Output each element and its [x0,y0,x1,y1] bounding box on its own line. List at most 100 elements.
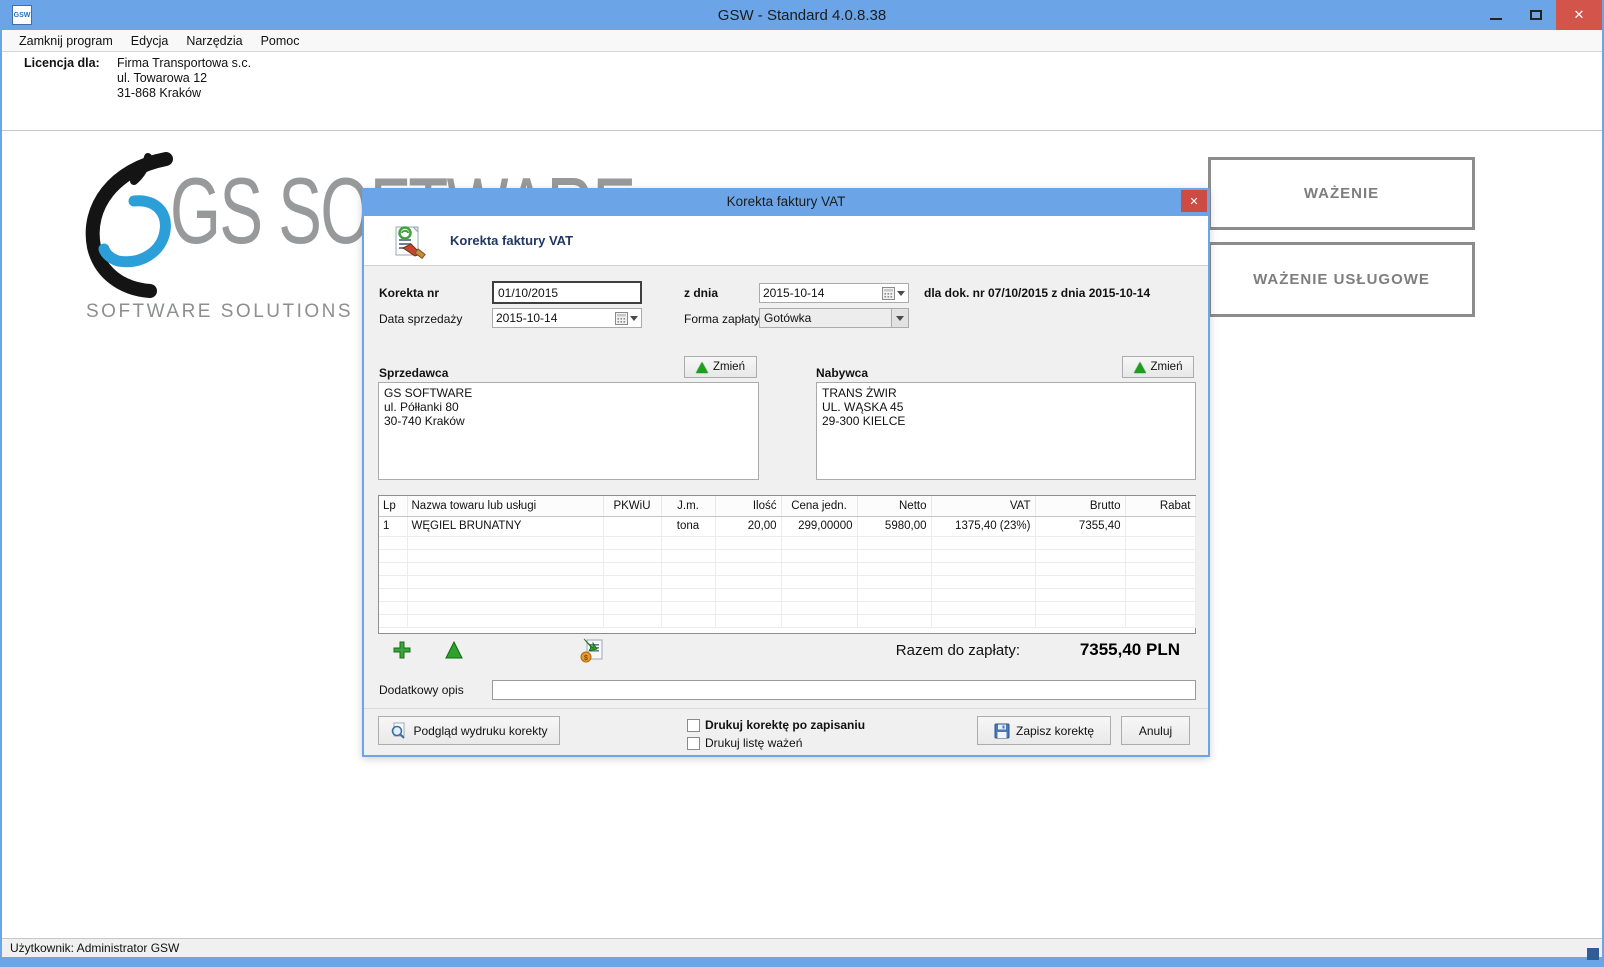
license-line-3: 31-868 Kraków [117,86,251,101]
korekta-nr-input[interactable] [492,281,642,304]
col-nazwa: Nazwa towaru lub usługi [407,496,603,516]
nabywca-line-3: 29-300 KIELCE [822,414,1190,428]
print-preview-icon [390,722,407,739]
korekta-faktury-dialog: Korekta faktury VAT ✕ Korekta faktury VA… [362,188,1210,757]
table-header-row: Lp Nazwa towaru lub usługi PKWiU J.m. Il… [379,496,1195,516]
maximize-icon [1530,10,1542,20]
sprzedawca-label: Sprzedawca [379,366,448,380]
save-button[interactable]: Zapisz korektę [977,716,1111,745]
table-body: 1 WĘGIEL BRUNATNY tona 20,00 299,00000 5… [379,516,1195,536]
cell-rabat [1125,516,1195,536]
app-window: GSW GSW - Standard 4.0.8.38 ✕ Zamknij pr… [0,0,1604,967]
print-correction-checkbox[interactable]: Drukuj korektę po zapisaniu [687,718,865,732]
total-value: 7355,40 PLN [1080,640,1180,660]
sprzedawca-box[interactable]: GS SOFTWARE ul. Półłanki 80 30-740 Krakó… [378,382,759,480]
table-empty-row [379,614,1195,627]
total-label: Razem do zapłaty: [896,642,1020,659]
cell-brutto: 7355,40 [1035,516,1125,536]
table-row[interactable]: 1 WĘGIEL BRUNATNY tona 20,00 299,00000 5… [379,516,1195,536]
change-triangle-icon [696,362,708,373]
dodatkowy-opis-input[interactable] [492,680,1196,700]
cell-vat: 1375,40 (23%) [931,516,1035,536]
dropdown-arrow-icon [897,291,905,296]
status-bar: Użytkownik: Administrator GSW [2,938,1602,957]
nabywca-label: Nabywca [816,366,868,380]
z-dnia-datepicker[interactable]: 2015-10-14 [759,283,909,303]
col-rabat: Rabat [1125,496,1195,516]
save-floppy-icon [994,723,1010,739]
dialog-close-button[interactable]: ✕ [1181,190,1207,212]
col-vat: VAT [931,496,1035,516]
edit-item-button[interactable] [444,640,464,660]
window-title: GSW - Standard 4.0.8.38 [2,7,1602,24]
resize-grip[interactable] [1587,948,1599,960]
window-bottom-border [2,957,1602,967]
menu-edycja[interactable]: Edycja [122,32,178,50]
weighings-invoice-button[interactable]: $ [580,637,604,663]
col-brutto: Brutto [1035,496,1125,516]
gs-logo-icon [74,149,184,299]
checkbox-icon[interactable] [687,719,700,732]
status-user-text: Użytkownik: Administrator GSW [10,941,179,955]
menu-narzedzia[interactable]: Narzędzia [177,32,251,50]
close-button[interactable]: ✕ [1556,0,1602,30]
maximize-button[interactable] [1516,0,1556,30]
license-label: Licencja dla: [24,56,100,70]
minimize-button[interactable] [1476,0,1516,30]
add-item-button[interactable] [392,640,412,660]
zmien-label: Zmień [713,361,745,373]
cancel-button-label: Anuluj [1139,724,1172,738]
data-sprzedazy-label: Data sprzedaży [379,312,462,326]
license-panel: Licencja dla: Firma Transportowa s.c. ul… [2,53,1602,131]
app-icon: GSW [12,5,32,25]
nabywca-line-1: TRANS ŻWIR [822,386,1190,400]
cell-netto: 5980,00 [857,516,931,536]
dla-dok-text: dla dok. nr 07/10/2015 z dnia 2015-10-14 [924,286,1150,300]
forma-zaplaty-select[interactable]: Gotówka [759,308,909,328]
wazenie-uslugowe-button[interactable]: WAŻENIE USŁUGOWE [1208,242,1475,317]
cell-lp: 1 [379,516,407,536]
main-content: GS SOFTWARE SOFTWARE SOLUTIONS FOR WEIGH… [2,131,1602,938]
preview-button-label: Podgląd wydruku korekty [413,724,547,738]
print-weighings-label: Drukuj listę ważeń [705,736,802,750]
minimize-icon [1490,18,1502,20]
license-address: Firma Transportowa s.c. ul. Towarowa 12 … [117,56,251,101]
table-empty-row [379,536,1195,549]
checkbox-icon[interactable] [687,737,700,750]
col-lp: Lp [379,496,407,516]
cell-nazwa: WĘGIEL BRUNATNY [407,516,603,536]
sprzedawca-zmien-button[interactable]: Zmień [684,356,757,378]
data-sprzedazy-value: 2015-10-14 [496,311,613,325]
table-empty-row [379,549,1195,562]
combo-dropdown-button[interactable] [891,309,908,327]
preview-button[interactable]: Podgląd wydruku korekty [378,716,560,745]
svg-text:$: $ [584,655,588,662]
cell-ilosc: 20,00 [715,516,781,536]
calendar-icon [615,312,628,325]
col-pkwiu: PKWiU [603,496,661,516]
dodatkowy-opis-label: Dodatkowy opis [379,683,464,697]
invoice-items-table[interactable]: Lp Nazwa towaru lub usługi PKWiU J.m. Il… [378,495,1196,634]
dropdown-arrow-icon [896,316,904,321]
menu-bar: Zamknij program Edycja Narzędzia Pomoc [2,30,1602,52]
menu-pomoc[interactable]: Pomoc [252,32,309,50]
forma-zaplaty-label: Forma zapłaty [684,312,760,326]
cell-pkwiu [603,516,661,536]
license-line-1: Firma Transportowa s.c. [117,56,251,71]
sprzedawca-line-2: ul. Półłanki 80 [384,400,753,414]
wazenie-button[interactable]: WAŻENIE [1208,157,1475,230]
menu-zamknij-program[interactable]: Zamknij program [10,32,122,50]
data-sprzedazy-datepicker[interactable]: 2015-10-14 [492,308,642,328]
dialog-titlebar: Korekta faktury VAT ✕ [364,190,1208,216]
print-correction-label: Drukuj korektę po zapisaniu [705,718,865,732]
footer-separator [364,708,1208,709]
license-line-2: ul. Towarowa 12 [117,71,251,86]
col-cena-jedn: Cena jedn. [781,496,857,516]
nabywca-box[interactable]: TRANS ŻWIR UL. WĄSKA 45 29-300 KIELCE [816,382,1196,480]
cancel-button[interactable]: Anuluj [1121,716,1190,745]
nabywca-zmien-button[interactable]: Zmień [1122,356,1194,378]
table-empty-row [379,575,1195,588]
table-empty-row [379,601,1195,614]
print-weighings-checkbox[interactable]: Drukuj listę ważeń [687,736,802,750]
col-netto: Netto [857,496,931,516]
